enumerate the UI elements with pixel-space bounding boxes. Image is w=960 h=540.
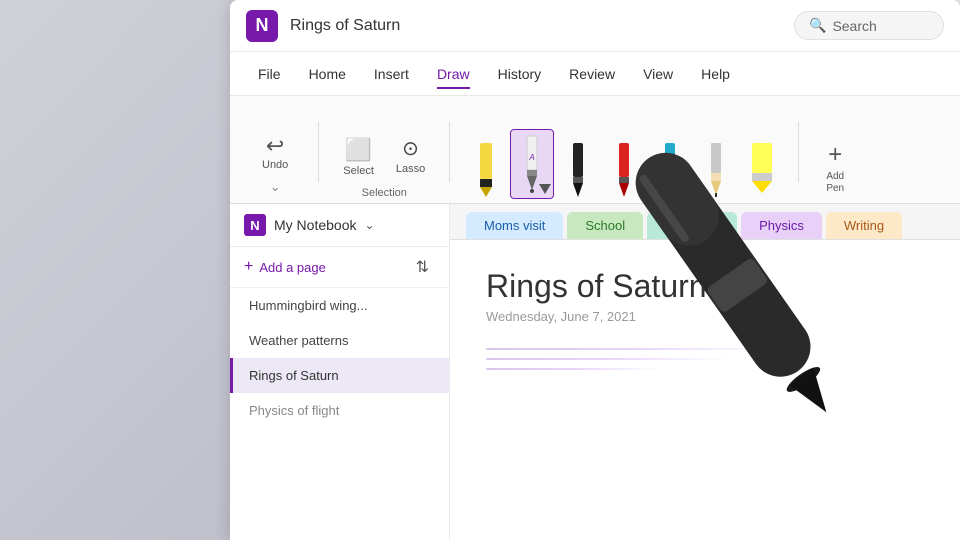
ribbon: ↩ Undo ⌄ ⬜ Select ⊙ Lasso Selection — [230, 96, 960, 204]
section-tabs: Moms visit School Work N... Physics Writ… — [450, 204, 960, 240]
pen-tools: A — [464, 129, 784, 199]
page-title: Rings of Saturn — [486, 268, 924, 305]
drawing-line-3 — [486, 368, 705, 370]
undo-icon: ↩ — [266, 135, 284, 157]
sidebar: N My Notebook ⌄ + Add a page ⇅ Hummingbi… — [230, 204, 450, 540]
menu-draw[interactable]: Draw — [425, 60, 482, 88]
menu-review[interactable]: Review — [557, 60, 627, 88]
add-page-icon: + — [244, 258, 253, 276]
app-title: Rings of Saturn — [290, 17, 794, 35]
page-date: Wednesday, June 7, 2021 — [486, 309, 924, 324]
title-bar: N Rings of Saturn 🔍 Search — [230, 0, 960, 52]
pen-shape-4 — [610, 141, 638, 197]
pen-tool-5[interactable] — [648, 137, 692, 199]
pen-shape-6 — [702, 141, 730, 197]
drawing-line-1 — [486, 348, 858, 350]
notebook-icon: N — [244, 214, 266, 236]
content-area: N My Notebook ⌄ + Add a page ⇅ Hummingbi… — [230, 204, 960, 540]
add-page-button[interactable]: + Add a page ⇅ — [230, 247, 449, 288]
page-content: Rings of Saturn Wednesday, June 7, 2021 — [450, 240, 960, 540]
pen-tool-1[interactable] — [464, 137, 508, 199]
page-item-2[interactable]: Rings of Saturn — [230, 358, 449, 393]
pen-tool-6[interactable] — [694, 137, 738, 199]
add-pen-icon: + — [828, 141, 842, 169]
add-pen-button[interactable]: + AddPen — [813, 137, 857, 199]
select-icon: ⬜ — [345, 139, 372, 161]
search-label: Search — [832, 18, 876, 34]
main-area: Moms visit School Work N... Physics Writ… — [450, 204, 960, 540]
ribbon-divider-2 — [449, 122, 450, 182]
lasso-icon: ⊙ — [402, 139, 419, 159]
menu-help[interactable]: Help — [689, 60, 742, 88]
selection-group: ⬜ Select ⊙ Lasso Selection — [333, 133, 435, 199]
sort-button[interactable]: ⇅ — [410, 255, 435, 279]
select-label: Select — [343, 165, 374, 177]
add-pen-label: AddPen — [826, 171, 844, 195]
tab-school[interactable]: School — [567, 212, 643, 239]
notebook-chevron-icon: ⌄ — [364, 218, 374, 232]
page-item-3[interactable]: Physics of flight — [230, 393, 449, 428]
page-item-0[interactable]: Hummingbird wing... — [230, 288, 449, 323]
ribbon-divider-3 — [798, 122, 799, 182]
menu-view[interactable]: View — [631, 60, 685, 88]
notebook-header[interactable]: N My Notebook ⌄ — [230, 204, 449, 247]
tab-moms-visit[interactable]: Moms visit — [466, 212, 563, 239]
menu-history[interactable]: History — [486, 60, 554, 88]
pen-shape-1 — [472, 141, 500, 197]
drawing-line-2 — [486, 358, 793, 360]
select-button[interactable]: ⬜ Select — [333, 133, 384, 183]
background-left — [0, 0, 240, 540]
menu-insert[interactable]: Insert — [362, 60, 421, 88]
pen-shape-5 — [656, 141, 684, 197]
lasso-label: Lasso — [396, 163, 425, 175]
ribbon-divider-1 — [318, 122, 319, 182]
notebook-name: My Notebook — [274, 217, 356, 233]
svg-text:A: A — [529, 153, 535, 162]
app-window: N Rings of Saturn 🔍 Search File Home Ins… — [230, 0, 960, 540]
selection-group-label: Selection — [362, 187, 407, 199]
tab-work[interactable]: Work N... — [647, 212, 737, 239]
undo-dropdown-icon[interactable]: ⌄ — [270, 179, 281, 195]
lasso-button[interactable]: ⊙ Lasso — [386, 133, 435, 183]
pen-tool-2[interactable]: A — [510, 129, 554, 199]
pen-dropdown-icon — [539, 184, 551, 196]
search-icon: 🔍 — [809, 17, 826, 34]
add-page-label: Add a page — [259, 260, 326, 275]
pen-tool-3[interactable] — [556, 137, 600, 199]
pen-tool-4[interactable] — [602, 137, 646, 199]
undo-label: Undo — [262, 159, 288, 171]
tab-writing[interactable]: Writing — [826, 212, 902, 239]
menu-file[interactable]: File — [246, 60, 293, 88]
drawing-area — [486, 348, 924, 370]
menu-bar: File Home Insert Draw History Review Vie… — [230, 52, 960, 96]
onenote-logo: N — [246, 10, 278, 42]
pen-tool-7[interactable] — [740, 137, 784, 199]
page-list: Hummingbird wing... Weather patterns Rin… — [230, 288, 449, 540]
pen-shape-3 — [564, 141, 592, 197]
search-box[interactable]: 🔍 Search — [794, 11, 944, 40]
menu-home[interactable]: Home — [297, 60, 358, 88]
undo-button[interactable]: ↩ Undo — [254, 131, 296, 175]
tab-physics[interactable]: Physics — [741, 212, 822, 239]
page-item-1[interactable]: Weather patterns — [230, 323, 449, 358]
pen-shape-7 — [746, 141, 778, 197]
undo-group: ↩ Undo ⌄ — [246, 127, 304, 199]
